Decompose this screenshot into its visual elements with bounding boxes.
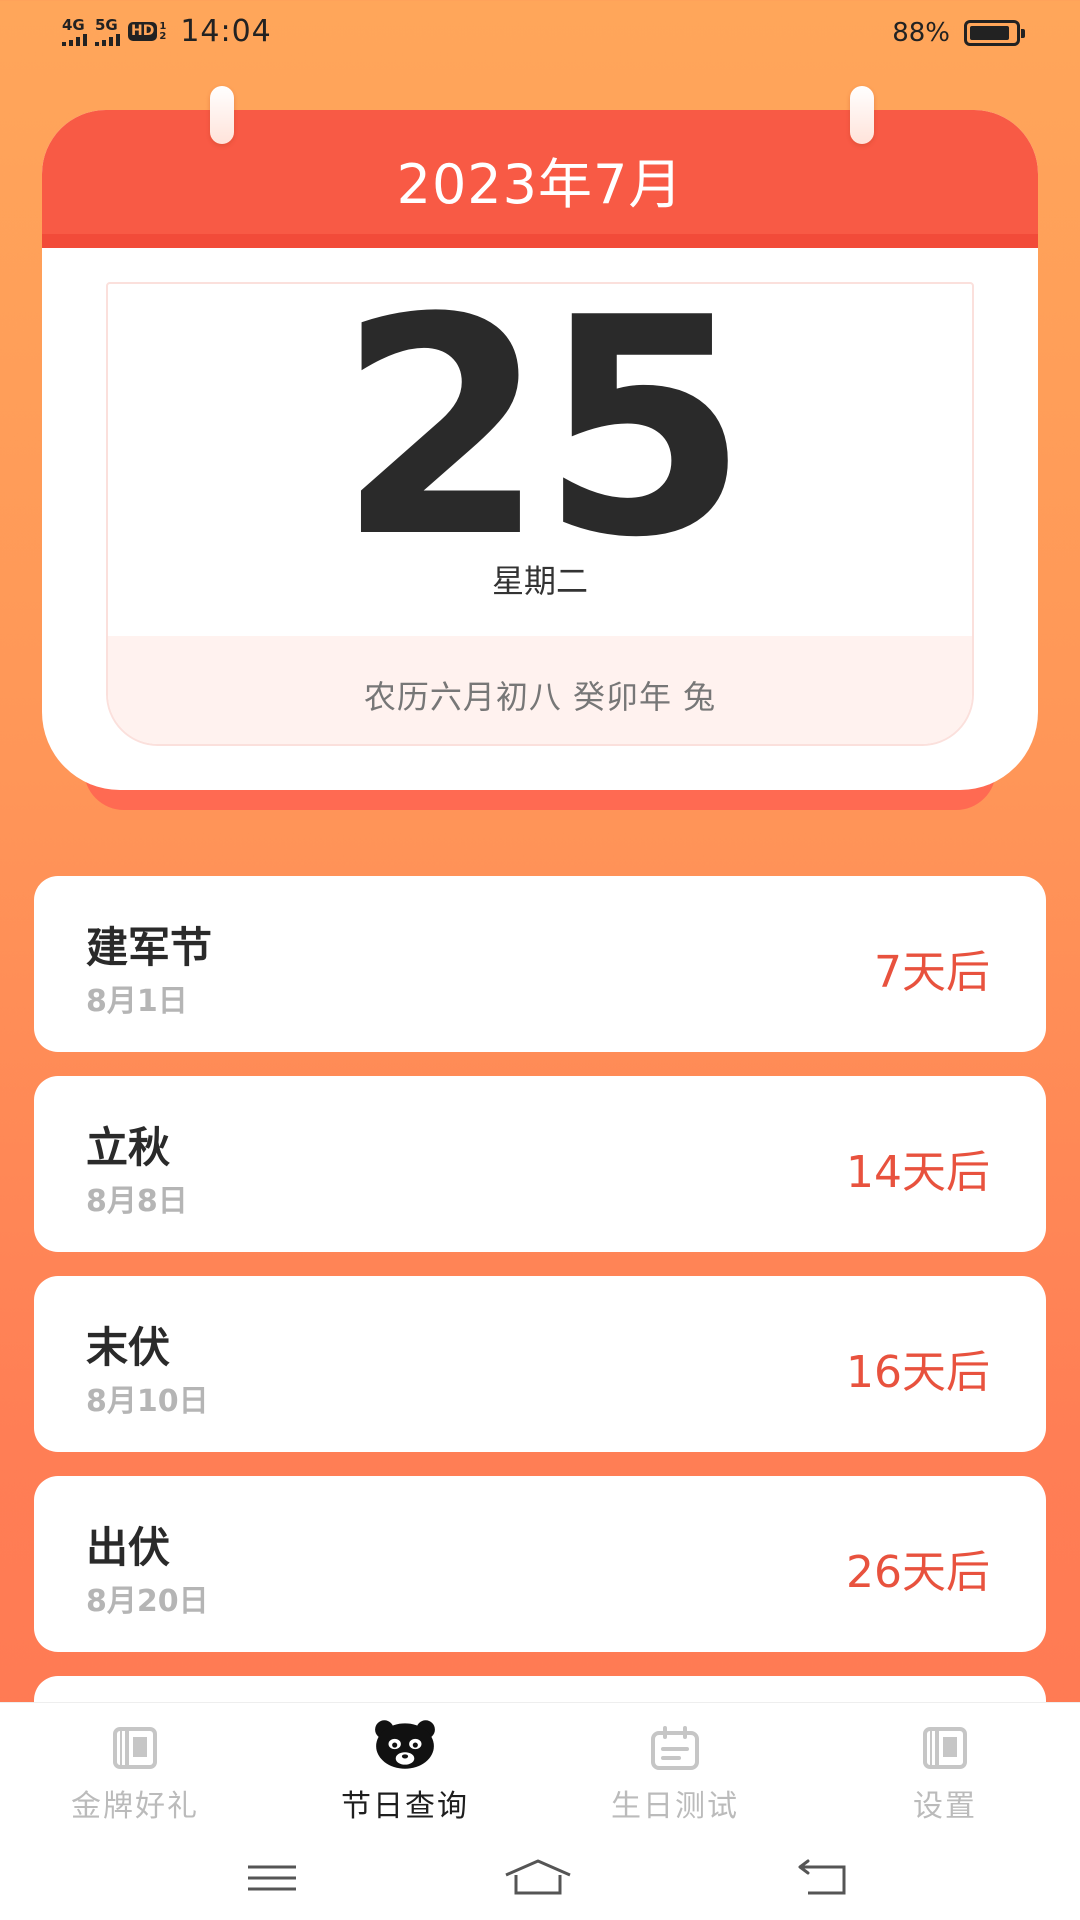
book-icon [923, 1727, 967, 1769]
bottom-navigation: 金牌好礼 节日查询 生日测试 设置 [0, 1702, 1080, 1920]
tab-bar: 金牌好礼 节日查询 生日测试 设置 [0, 1703, 1080, 1833]
book-icon [113, 1727, 157, 1769]
tab-label: 金牌好礼 [71, 1789, 199, 1824]
back-icon[interactable] [792, 1853, 852, 1903]
panda-icon [375, 1720, 435, 1769]
home-icon[interactable] [500, 1853, 576, 1903]
binder-ring-right [850, 86, 874, 144]
tab-settings[interactable]: 设置 [810, 1703, 1080, 1833]
tab-holiday-query[interactable]: 节日查询 [270, 1703, 540, 1833]
holiday-date: 8月1日 [86, 984, 188, 1019]
network-4g-label: 4G [62, 15, 85, 34]
holiday-list: 建军节 8月1日 7天后 立秋 8月8日 14天后 末伏 8月10日 16天后 … [34, 876, 1046, 1760]
holiday-countdown: 7天后 [874, 947, 990, 998]
tab-label: 生日测试 [611, 1789, 739, 1824]
holiday-countdown: 16天后 [846, 1347, 990, 1398]
holiday-name: 建军节 [86, 923, 213, 972]
calendar-header: 2023年7月 [42, 110, 1038, 248]
signal-4g-icon: 4G [62, 15, 87, 46]
status-right: 88% [892, 18, 1025, 48]
tab-label: 设置 [913, 1789, 977, 1824]
holiday-name: 立秋 [86, 1123, 171, 1172]
holiday-item-jianjunjie[interactable]: 建军节 8月1日 7天后 [34, 876, 1046, 1052]
holiday-name: 末伏 [86, 1323, 171, 1372]
lunar-date-text: 农历六月初八 癸卯年 兔 [363, 678, 717, 716]
status-left: 4G 5G HD 12 14:04 [62, 14, 272, 49]
holiday-date: 8月8日 [86, 1184, 188, 1219]
holiday-date: 8月20日 [86, 1584, 209, 1619]
calendar-month-title: 2023年7月 [396, 153, 684, 216]
tab-birthday-test[interactable]: 生日测试 [540, 1703, 810, 1833]
holiday-countdown: 26天后 [846, 1547, 990, 1598]
calendar-body: 2023年7月 25 星期二 农历六月初八 癸卯年 兔 [42, 110, 1038, 790]
battery-fill [970, 26, 1009, 40]
status-time: 14:04 [180, 14, 272, 49]
hd-sub: 2 [159, 30, 167, 42]
holiday-item-liqiu[interactable]: 立秋 8月8日 14天后 [34, 1076, 1046, 1252]
tab-gold-gifts[interactable]: 金牌好礼 [0, 1703, 270, 1833]
holiday-countdown: 14天后 [846, 1147, 990, 1198]
hd-sup: 1 [159, 20, 167, 32]
menu-icon[interactable] [242, 1853, 302, 1903]
system-navigation-bar [0, 1841, 1080, 1920]
tab-label: 节日查询 [341, 1789, 469, 1824]
calendar-page: 25 星期二 农历六月初八 癸卯年 兔 [106, 282, 974, 746]
network-5g-label: 5G [95, 15, 118, 34]
calendar-day-number: 25 [337, 282, 748, 603]
holiday-item-chufu[interactable]: 出伏 8月20日 26天后 [34, 1476, 1046, 1652]
signal-5g-icon: 5G [95, 15, 120, 46]
binder-ring-left [210, 86, 234, 144]
calendar-icon [651, 1726, 699, 1770]
holiday-name: 出伏 [86, 1523, 171, 1572]
hd-voice-icon: HD 12 [128, 20, 167, 42]
calendar-weekday: 星期二 [491, 562, 588, 600]
holiday-date: 8月10日 [86, 1384, 209, 1419]
status-bar: 4G 5G HD 12 14:04 88% [0, 0, 1080, 64]
holiday-item-mofu[interactable]: 末伏 8月10日 16天后 [34, 1276, 1046, 1452]
hd-label: HD [128, 21, 158, 42]
battery-icon [964, 20, 1025, 46]
calendar-card: 2023年7月 25 星期二 农历六月初八 癸卯年 兔 [42, 86, 1038, 820]
battery-percentage: 88% [892, 18, 950, 48]
